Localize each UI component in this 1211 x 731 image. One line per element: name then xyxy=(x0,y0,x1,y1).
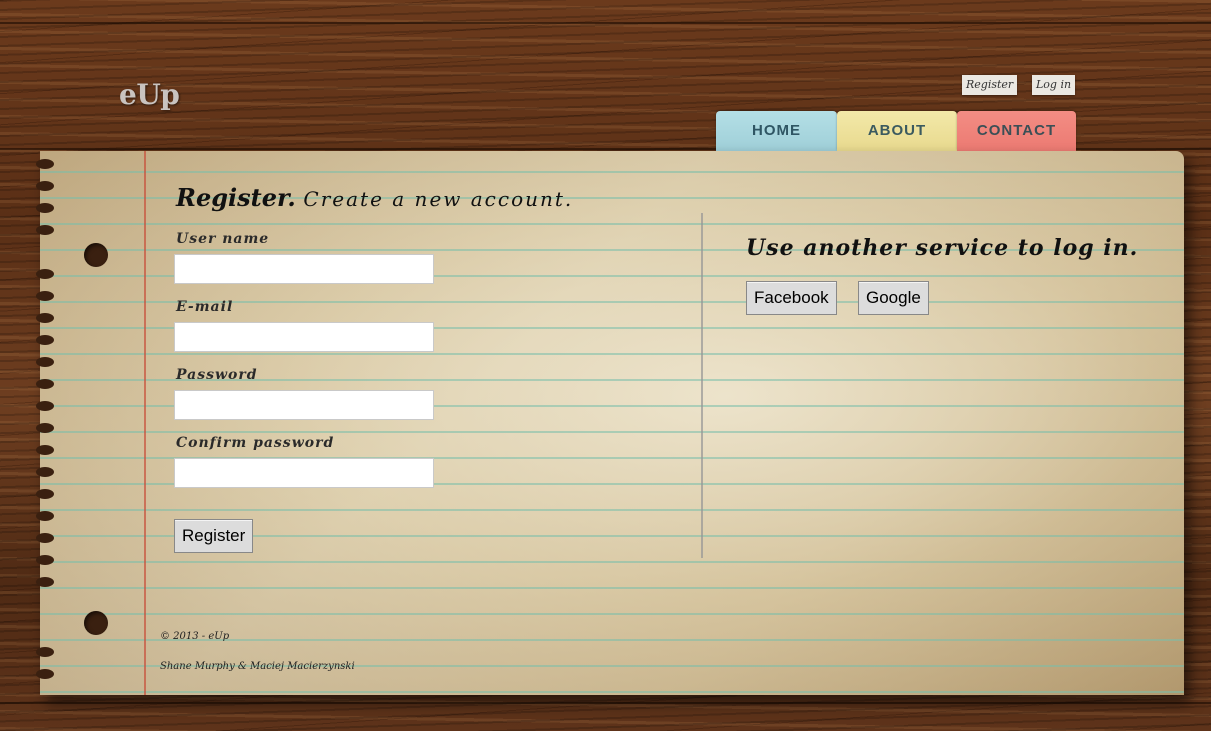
site-logo[interactable]: eUp xyxy=(119,78,180,111)
page-title: Register. Create a new account. xyxy=(176,183,573,212)
email-input[interactable] xyxy=(174,322,434,352)
spiral-notch xyxy=(36,445,54,455)
spiral-notch xyxy=(36,379,54,389)
spiral-notch xyxy=(36,489,54,499)
email-label: E-mail xyxy=(176,299,234,315)
spiral-notch xyxy=(36,511,54,521)
wood-seam xyxy=(0,702,1211,704)
spiral-notch xyxy=(36,577,54,587)
authors-text: Shane Murphy & Maciej Macierzynski xyxy=(160,661,355,672)
title-main: Register. xyxy=(176,183,296,212)
login-link[interactable]: Log in xyxy=(1032,75,1076,95)
spiral-notch xyxy=(36,467,54,477)
spiral-notch xyxy=(36,533,54,543)
spiral-notch xyxy=(36,225,54,235)
confirm-password-input[interactable] xyxy=(174,458,434,488)
notebook-paper: Register. Create a new account. User nam… xyxy=(36,151,1184,695)
spiral-notch xyxy=(36,291,54,301)
facebook-button[interactable]: Facebook xyxy=(746,281,837,315)
tab-about[interactable]: ABOUT xyxy=(837,111,957,151)
username-input[interactable] xyxy=(174,254,434,284)
spiral-notch xyxy=(36,313,54,323)
spiral-notch xyxy=(36,269,54,279)
username-label: User name xyxy=(176,231,270,247)
spiral-notch xyxy=(36,159,54,169)
tab-contact[interactable]: CONTACT xyxy=(957,111,1076,151)
confirm-password-label: Confirm password xyxy=(176,435,335,451)
spiral-notch xyxy=(36,669,54,679)
google-button[interactable]: Google xyxy=(858,281,929,315)
binder-hole xyxy=(84,243,108,267)
binder-hole xyxy=(84,611,108,635)
password-label: Password xyxy=(176,367,258,383)
margin-line xyxy=(144,151,146,695)
title-sub: Create a new account. xyxy=(303,187,574,211)
password-input[interactable] xyxy=(174,390,434,420)
wood-seam xyxy=(0,22,1211,24)
register-link[interactable]: Register xyxy=(962,75,1018,95)
spiral-notch xyxy=(36,423,54,433)
spiral-notch xyxy=(36,203,54,213)
tab-home[interactable]: HOME xyxy=(716,111,837,151)
spiral-notch xyxy=(36,357,54,367)
column-divider xyxy=(701,213,703,558)
spiral-notch xyxy=(36,401,54,411)
spiral-notch xyxy=(36,555,54,565)
spiral-notch xyxy=(36,181,54,191)
spiral-notch xyxy=(36,335,54,345)
spiral-notch xyxy=(36,647,54,657)
copyright-text: © 2013 - eUp xyxy=(160,631,230,642)
external-login-title: Use another service to log in. xyxy=(746,235,1139,261)
register-button[interactable]: Register xyxy=(174,519,254,553)
